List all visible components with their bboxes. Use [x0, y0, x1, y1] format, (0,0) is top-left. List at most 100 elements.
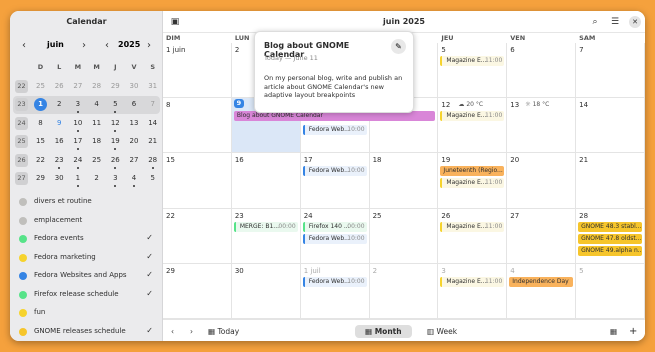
mini-day[interactable]: 17 [71, 135, 84, 150]
date-picker-icon[interactable]: ▦ [610, 325, 617, 338]
mini-day[interactable]: 19 [109, 135, 122, 150]
mini-day[interactable]: 18 [90, 135, 103, 148]
day-cell[interactable]: 17 [300, 153, 370, 209]
event-chip[interactable]: GNOME 47.8 oldst... [578, 233, 642, 244]
mini-day[interactable]: 31 [146, 80, 159, 93]
mini-day[interactable]: 1 [34, 98, 47, 111]
mini-day[interactable]: 4 [128, 172, 141, 187]
check-icon[interactable]: ✓ [146, 326, 153, 335]
week-number[interactable]: 26 [15, 153, 28, 167]
mini-day[interactable]: 12 [109, 117, 122, 132]
calendar-item[interactable]: emplacement [10, 212, 163, 231]
mini-day[interactable]: 28 [90, 80, 103, 93]
edit-icon[interactable]: ✎ [391, 39, 406, 54]
day-cell[interactable]: 16 [231, 153, 301, 209]
event-chip[interactable]: Fedora Web... 10:00 [302, 233, 367, 244]
day-cell[interactable]: 4 [507, 263, 577, 319]
mini-day[interactable]: 21 [146, 135, 159, 148]
mini-day[interactable]: 29 [34, 172, 47, 185]
close-icon[interactable]: ✕ [629, 16, 641, 28]
mini-day[interactable]: 1 [71, 172, 84, 187]
mini-day[interactable]: 10 [71, 117, 84, 132]
day-cell[interactable]: 21 [576, 153, 645, 209]
search-icon[interactable]: ⌕ [589, 16, 601, 28]
check-icon[interactable]: ✓ [146, 233, 153, 242]
check-icon[interactable]: ✓ [146, 270, 153, 279]
week-number[interactable]: 27 [15, 172, 28, 185]
event-chip[interactable]: Magazine E... 11:00 [440, 178, 505, 189]
prev-icon[interactable]: ‹ [171, 325, 174, 338]
week-view-button[interactable]: ▥ Week [427, 325, 457, 338]
day-cell[interactable]: 8 [163, 98, 232, 154]
mini-day[interactable]: 16 [53, 135, 66, 148]
day-cell[interactable]: 22 [163, 208, 232, 264]
calendar-item[interactable]: Fedora marketing ✓ [10, 249, 163, 268]
mini-day[interactable]: 25 [90, 154, 103, 167]
event-chip[interactable]: Juneteenth (Regio... [440, 166, 505, 177]
mini-day[interactable]: 15 [34, 135, 47, 148]
calendar-item[interactable]: GNOME releases schedule ✓ [10, 323, 163, 342]
mini-day[interactable]: 8 [34, 117, 47, 130]
mini-day[interactable]: 26 [53, 80, 66, 93]
day-cell[interactable]: 1 juil [300, 263, 370, 319]
mini-day[interactable]: 29 [109, 80, 122, 93]
calendar-item[interactable]: divers et routine [10, 193, 163, 212]
mini-day[interactable]: 5 [146, 172, 159, 185]
day-cell[interactable]: 5 [576, 263, 645, 319]
mini-day[interactable]: 7 [146, 98, 159, 111]
day-cell[interactable]: 27 [507, 208, 577, 264]
mini-day[interactable]: 20 [128, 135, 141, 148]
day-cell[interactable]: 3 [438, 263, 508, 319]
calendar-item[interactable]: Fedora Websites and Apps ✓ [10, 267, 163, 286]
day-cell[interactable]: 1 juin [163, 43, 232, 99]
event-chip[interactable]: MERGE: B1... 00:00 [233, 221, 298, 232]
month-view-button[interactable]: ▦ Month [355, 325, 412, 338]
day-cell[interactable]: 25 [369, 208, 439, 264]
mini-day[interactable]: 24 [71, 154, 84, 169]
event-chip[interactable]: Fedora Web... 10:00 [302, 125, 367, 136]
event-chip[interactable]: GNOME 49.alpha n... [578, 245, 642, 256]
day-cell[interactable]: 2 [369, 263, 439, 319]
mini-day[interactable]: 5 [109, 98, 122, 113]
day-cell[interactable]: 23 [231, 208, 301, 264]
event-chip[interactable]: Magazine E... 11:00 [440, 276, 505, 287]
mini-day[interactable]: 4 [90, 98, 103, 111]
mini-day[interactable]: 2 [90, 172, 103, 185]
mini-day[interactable]: 30 [53, 172, 66, 185]
calendar-item[interactable]: Fedora events ✓ [10, 230, 163, 249]
week-number[interactable]: 22 [15, 79, 28, 93]
mini-day[interactable]: 2 [53, 98, 66, 111]
check-icon[interactable]: ✓ [146, 252, 153, 261]
week-number[interactable]: 23 [15, 98, 28, 111]
day-cell[interactable]: 7 [576, 43, 645, 99]
event-chip[interactable]: Magazine E... 11:00 [440, 111, 505, 122]
next-year-button[interactable]: › [143, 40, 155, 52]
day-cell[interactable]: 18 [369, 153, 439, 209]
day-cell[interactable]: 5 [438, 43, 508, 99]
mini-day[interactable]: 23 [53, 154, 66, 169]
check-icon[interactable]: ✓ [146, 289, 153, 298]
event-chip[interactable]: Magazine E... 11:00 [440, 56, 505, 66]
calendar-item[interactable]: fun [10, 304, 163, 323]
mini-day[interactable]: 13 [128, 117, 141, 130]
day-cell[interactable]: 29 [163, 263, 232, 319]
menu-icon[interactable]: ☰ [609, 16, 621, 28]
today-button[interactable]: ▦ Today [208, 325, 239, 338]
mini-day[interactable]: 3 [71, 98, 84, 113]
mini-day[interactable]: 26 [109, 154, 122, 169]
event-chip[interactable]: Firefox 140 ... 00:00 [302, 221, 367, 232]
event-chip[interactable]: Independence Day [509, 276, 574, 287]
day-cell[interactable]: 26 [438, 208, 508, 264]
event-chip[interactable]: GNOME 48.3 stabl... [578, 221, 642, 232]
day-cell[interactable]: 14 [576, 98, 645, 154]
mini-day[interactable]: 25 [34, 80, 47, 93]
mini-day[interactable]: 3 [109, 172, 122, 187]
mini-day[interactable]: 27 [71, 80, 84, 93]
event-chip[interactable]: Magazine E... 11:00 [440, 221, 505, 232]
day-cell[interactable]: 20 [507, 153, 577, 209]
calendar-item[interactable]: Firefox release schedule ✓ [10, 286, 163, 305]
week-number[interactable]: 24 [15, 116, 28, 130]
mini-day[interactable]: 30 [128, 80, 141, 93]
day-cell[interactable]: 6 [507, 43, 577, 99]
day-cell[interactable]: 15 [163, 153, 232, 209]
